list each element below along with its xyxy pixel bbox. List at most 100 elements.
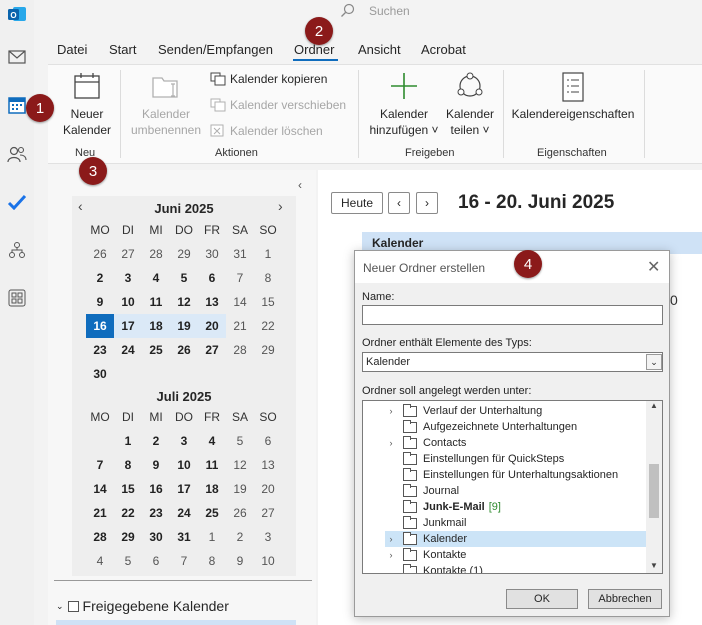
calendar-day[interactable]: 16 (142, 477, 170, 501)
folder-tree-item[interactable]: Aufgezeichnete Unterhaltungen (385, 419, 662, 435)
calendar-day[interactable]: 7 (86, 453, 114, 477)
calendar-day[interactable]: 27 (198, 338, 226, 362)
scroll-up-icon[interactable]: ▲ (650, 401, 658, 410)
folder-tree-item[interactable]: › Verlauf der Unterhaltung (385, 403, 662, 419)
move-calendar-button[interactable]: Kalender verschieben (210, 98, 346, 112)
folder-tree-item[interactable]: Junkmail (385, 515, 662, 531)
calendar-day[interactable]: 24 (170, 501, 198, 525)
shared-calendars-group[interactable]: ⌄ Freigegebene Kalender (56, 598, 229, 614)
calendar-day[interactable]: 7 (170, 549, 198, 573)
calendar-day[interactable]: 16 (86, 314, 114, 338)
close-icon[interactable]: ✕ (647, 257, 660, 277)
calendar-day[interactable]: 5 (114, 549, 142, 573)
calendar-day[interactable]: 1 (198, 525, 226, 549)
calendar-day[interactable]: 2 (142, 429, 170, 453)
menu-senden-empfangen[interactable]: Senden/Empfangen (158, 42, 273, 57)
calendar-day[interactable]: 27 (254, 501, 282, 525)
folder-tree[interactable]: › Verlauf der Unterhaltung Aufgezeichnete … (362, 400, 663, 574)
calendar-day[interactable]: 26 (170, 338, 198, 362)
mail-icon[interactable] (5, 45, 29, 69)
calendar-day[interactable]: 17 (114, 314, 142, 338)
calendar-day[interactable]: 9 (86, 290, 114, 314)
calendar-day[interactable]: 28 (86, 525, 114, 549)
calendar-day[interactable]: 3 (170, 429, 198, 453)
delete-calendar-button[interactable]: Kalender löschen (210, 124, 323, 138)
today-button[interactable]: Heute (331, 192, 383, 214)
calendar-day[interactable]: 4 (142, 266, 170, 290)
chevron-right-icon[interactable]: › (385, 438, 397, 448)
calendar-properties-button[interactable]: Kalendereigenschaften (510, 72, 636, 122)
new-calendar-button[interactable]: Neuer Kalender (62, 72, 112, 137)
calendar-day[interactable]: 21 (86, 501, 114, 525)
todo-check-icon[interactable] (5, 190, 29, 214)
calendar-day[interactable]: 30 (142, 525, 170, 549)
apps-grid-icon[interactable] (5, 286, 29, 310)
people-icon[interactable] (5, 142, 29, 166)
calendar-day[interactable]: 22 (114, 501, 142, 525)
menu-start[interactable]: Start (109, 42, 136, 57)
menu-datei[interactable]: Datei (57, 42, 87, 57)
calendar-day[interactable]: 11 (142, 290, 170, 314)
calendar-day[interactable]: 23 (142, 501, 170, 525)
prev-week-button[interactable]: ‹ (388, 192, 410, 214)
add-calendar-button[interactable]: Kalender hinzufügen ˅ (366, 72, 442, 138)
calendar-day[interactable]: 20 (254, 477, 282, 501)
calendar-day[interactable]: 12 (226, 453, 254, 477)
calendar-day[interactable]: 17 (170, 477, 198, 501)
calendar-day[interactable]: 25 (142, 338, 170, 362)
calendar-day[interactable]: 13 (254, 453, 282, 477)
calendar-day[interactable]: 18 (198, 477, 226, 501)
folder-tree-item[interactable]: Junk-E-Mail [9] (385, 499, 662, 515)
calendar-day[interactable]: 31 (226, 242, 254, 266)
scroll-down-icon[interactable]: ▼ (650, 561, 658, 570)
org-chart-icon[interactable] (5, 238, 29, 262)
menu-acrobat[interactable]: Acrobat (421, 42, 466, 57)
calendar-day[interactable]: 9 (226, 549, 254, 573)
scrollbar-thumb[interactable] (649, 464, 659, 518)
menu-ansicht[interactable]: Ansicht (358, 42, 401, 57)
outlook-logo-icon[interactable]: O (5, 2, 29, 26)
calendar-day[interactable]: 10 (254, 549, 282, 573)
calendar-day[interactable]: 28 (226, 338, 254, 362)
calendar-day[interactable]: 15 (254, 290, 282, 314)
calendar-day[interactable]: 3 (114, 266, 142, 290)
calendar-day[interactable]: 28 (142, 242, 170, 266)
calendar-day[interactable]: 11 (198, 453, 226, 477)
calendar-day[interactable]: 18 (142, 314, 170, 338)
calendar-day[interactable]: 2 (86, 266, 114, 290)
calendar-day[interactable]: 19 (226, 477, 254, 501)
calendar-day[interactable]: 29 (170, 242, 198, 266)
chevron-right-icon[interactable]: › (385, 550, 397, 560)
calendar-day[interactable]: 9 (142, 453, 170, 477)
calendar-day[interactable]: 14 (86, 477, 114, 501)
calendar-day[interactable]: 6 (254, 429, 282, 453)
calendar-day[interactable]: 1 (254, 242, 282, 266)
cancel-button[interactable]: Abbrechen (588, 589, 662, 609)
calendar-day[interactable]: 30 (86, 362, 114, 386)
rename-calendar-button[interactable]: Kalender umbenennen (126, 72, 206, 137)
calendar-day[interactable]: 24 (114, 338, 142, 362)
calendar-day[interactable]: 5 (170, 266, 198, 290)
calendar-day[interactable]: 25 (198, 501, 226, 525)
calendar-day[interactable]: 27 (114, 242, 142, 266)
calendar-day[interactable]: 26 (86, 242, 114, 266)
calendar-day[interactable]: 15 (114, 477, 142, 501)
ok-button[interactable]: OK (506, 589, 578, 609)
calendar-day[interactable]: 20 (198, 314, 226, 338)
copy-calendar-button[interactable]: Kalender kopieren (210, 72, 327, 86)
calendar-day[interactable]: 5 (226, 429, 254, 453)
calendar-day[interactable]: 8 (114, 453, 142, 477)
folder-tree-item[interactable]: › Contacts (385, 435, 662, 451)
tree-scrollbar[interactable]: ▲ ▼ (646, 401, 662, 573)
calendar-day[interactable]: 21 (226, 314, 254, 338)
calendar-day[interactable]: 12 (170, 290, 198, 314)
calendar-day[interactable]: 8 (254, 266, 282, 290)
calendar-day[interactable]: 31 (170, 525, 198, 549)
calendar-day[interactable]: 14 (226, 290, 254, 314)
folder-tree-item[interactable]: Journal (385, 483, 662, 499)
calendar-day[interactable]: 4 (198, 429, 226, 453)
calendar-day[interactable]: 19 (170, 314, 198, 338)
share-calendar-button[interactable]: Kalender teilen ˅ (442, 72, 498, 138)
calendar-day[interactable]: 22 (254, 314, 282, 338)
calendar-day[interactable]: 10 (114, 290, 142, 314)
